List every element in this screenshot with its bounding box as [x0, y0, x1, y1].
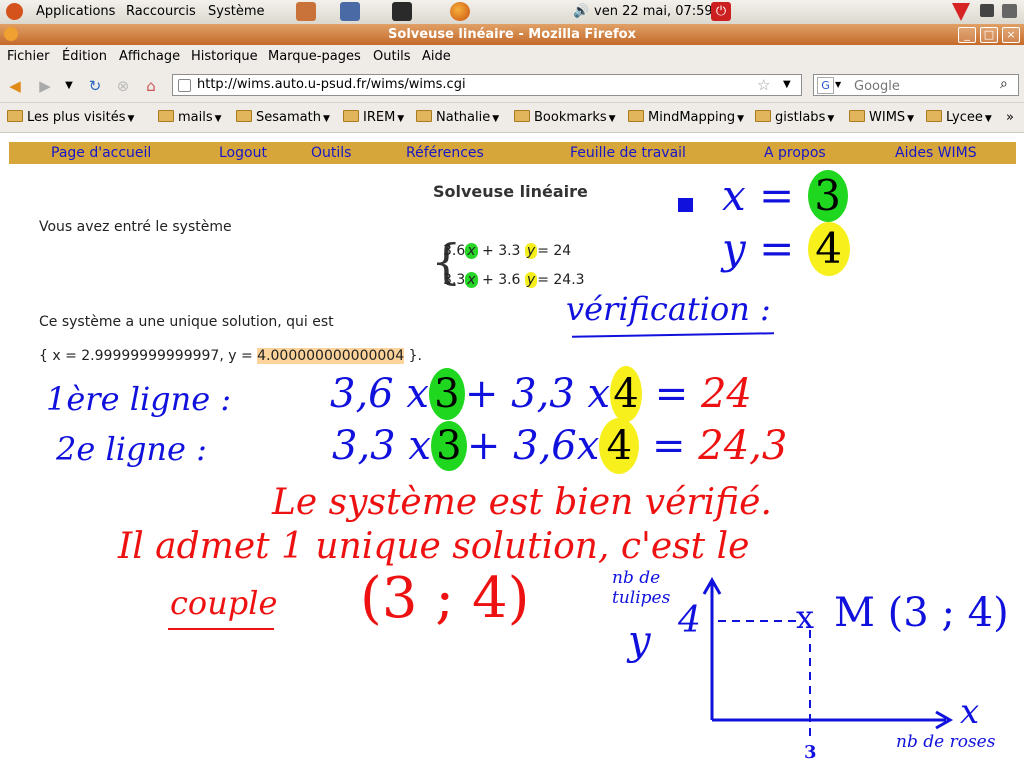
- annotation-x-axis-label: nb de roses: [896, 732, 996, 752]
- annotation-y-axis-letter: y: [628, 618, 651, 664]
- annotation-x-tick: 3: [804, 742, 817, 763]
- annotation-point-label: M (3 ; 4): [834, 590, 1009, 636]
- annotation-x-axis-letter: x: [960, 692, 980, 732]
- annotation-point-mark: x: [796, 598, 815, 636]
- annotation-y-tick: 4: [678, 600, 701, 641]
- hand-drawn-graph: [702, 576, 954, 740]
